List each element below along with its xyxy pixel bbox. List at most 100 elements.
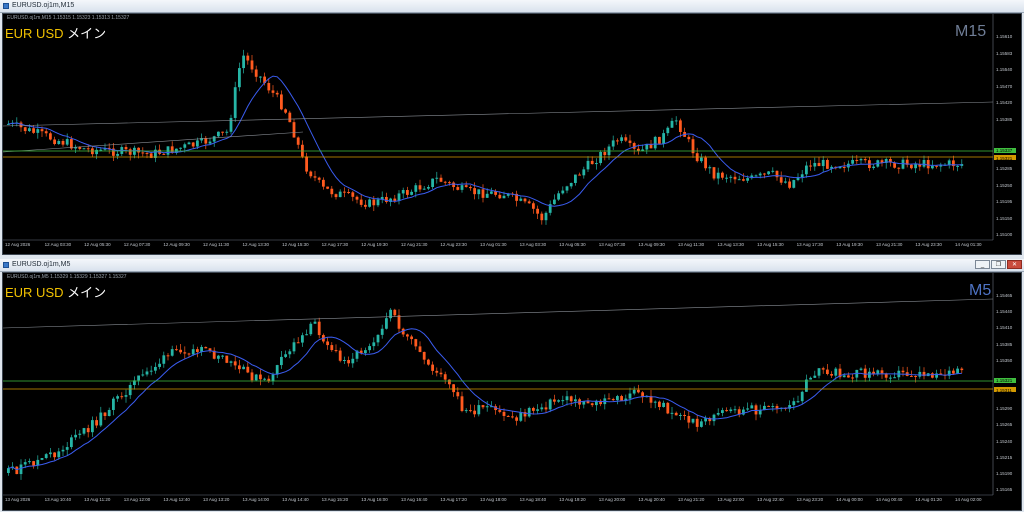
candle-body bbox=[662, 402, 665, 407]
candle-body bbox=[91, 420, 94, 433]
candle-body bbox=[540, 407, 544, 410]
candle-body bbox=[204, 138, 208, 144]
candle-body bbox=[418, 346, 422, 352]
candle-body bbox=[809, 377, 812, 380]
price-axis-label: 1.15410 bbox=[996, 325, 1013, 331]
timeframe-label-m15: M15 bbox=[955, 23, 987, 40]
window-titlebar-m5[interactable]: EURUSD.oj1m,M5 _ ❐ ✕ bbox=[0, 259, 1024, 272]
candle-body bbox=[481, 189, 485, 198]
candle-body bbox=[179, 349, 182, 353]
candle-body bbox=[527, 201, 531, 204]
candle-body bbox=[393, 309, 397, 316]
candle-body bbox=[372, 342, 376, 347]
candle-body bbox=[385, 318, 388, 329]
price-axis-label: 1.15470 bbox=[996, 83, 1013, 89]
chart-window-m5[interactable]: EURUSD.oj1m,M5 _ ❐ ✕ EURUSD.oj1m,M5 1.15… bbox=[0, 259, 1024, 512]
candle-body bbox=[191, 349, 195, 355]
candle-body bbox=[800, 391, 804, 402]
time-axis-label: 13 Aug 11:20 bbox=[84, 497, 111, 502]
candle-body bbox=[443, 374, 447, 380]
candle-body bbox=[880, 370, 884, 374]
minimize-button[interactable]: _ bbox=[975, 260, 990, 269]
trend-line[interactable] bbox=[3, 131, 304, 153]
candlestick-chart-m15[interactable] bbox=[3, 14, 1021, 255]
candle-body bbox=[956, 368, 959, 374]
time-axis-label: 13 Aug 20:40 bbox=[638, 497, 665, 502]
candle-body bbox=[221, 355, 224, 357]
window-titlebar-m15[interactable]: EURUSD.oj1m,M15 bbox=[0, 0, 1024, 13]
time-axis-label: 12 Aug 15:30 bbox=[282, 242, 309, 247]
candle-body bbox=[813, 375, 817, 378]
candle-body bbox=[473, 188, 476, 195]
candle-body bbox=[708, 167, 712, 169]
candle-body bbox=[330, 188, 334, 195]
candle-body bbox=[847, 375, 850, 378]
time-axis-label: 12 Aug 21:30 bbox=[400, 242, 428, 247]
candle-body bbox=[855, 159, 859, 161]
candle-body bbox=[175, 349, 178, 351]
candle-body bbox=[569, 396, 573, 402]
candle-body bbox=[842, 375, 846, 378]
candle-body bbox=[653, 401, 657, 403]
candle-body bbox=[267, 83, 271, 91]
candle-body bbox=[561, 400, 565, 402]
candle-body bbox=[259, 76, 262, 78]
symbol-jp-label: メイン bbox=[67, 285, 107, 300]
time-axis-label: 13 Aug 16:40 bbox=[400, 497, 428, 502]
candle-body bbox=[242, 366, 245, 370]
price-axis-label: 1.15290 bbox=[996, 406, 1013, 412]
candle-body bbox=[44, 131, 48, 134]
symbol-label: EUR USD メイン bbox=[5, 282, 106, 301]
candle-body bbox=[931, 165, 934, 169]
candle-body bbox=[271, 90, 275, 93]
candle-body bbox=[141, 152, 145, 154]
time-axis-label: 13 Aug 15:20 bbox=[321, 497, 349, 502]
candle-body bbox=[695, 418, 699, 427]
trend-line[interactable] bbox=[3, 101, 994, 127]
candle-body bbox=[40, 458, 44, 460]
time-axis-label: 12 Aug 03:30 bbox=[44, 242, 72, 247]
candle-body bbox=[821, 159, 825, 167]
candle-body bbox=[212, 136, 216, 142]
candle-body bbox=[120, 396, 124, 398]
price-chart-m15[interactable]: EURUSD.oj1m,M15 1.15315 1.15323 1.15313 … bbox=[2, 13, 1022, 255]
candle-body bbox=[536, 208, 539, 214]
candle-body bbox=[65, 447, 69, 450]
candle-body bbox=[687, 416, 691, 423]
close-button[interactable]: ✕ bbox=[1007, 260, 1022, 269]
candle-body bbox=[670, 412, 674, 414]
candle-body bbox=[86, 148, 90, 150]
candle-body bbox=[313, 176, 317, 178]
candle-body bbox=[187, 142, 191, 145]
price-chart-m5[interactable]: EURUSD.oj1m,M5 1.15329 1.15329 1.15327 1… bbox=[2, 272, 1022, 511]
candle-body bbox=[498, 194, 502, 199]
price-axis-label: 1.15311 bbox=[996, 387, 1012, 393]
time-axis-label: 13 Aug 05:30 bbox=[559, 242, 586, 247]
candle-body bbox=[910, 164, 913, 169]
candle-body bbox=[301, 335, 304, 343]
candle-body bbox=[49, 452, 52, 455]
candle-body bbox=[351, 358, 355, 364]
candle-body bbox=[103, 412, 107, 416]
candle-body bbox=[376, 334, 380, 343]
candlestick-chart-m5[interactable] bbox=[3, 273, 1021, 511]
candle-body bbox=[771, 170, 775, 172]
candle-body bbox=[712, 414, 716, 422]
candle-body bbox=[800, 174, 804, 178]
price-axis-label: 1.15385 bbox=[996, 341, 1013, 347]
candle-body bbox=[758, 173, 762, 176]
time-axis-label: 12 Aug 19:30 bbox=[361, 242, 388, 247]
candle-body bbox=[553, 199, 556, 205]
candle-body bbox=[78, 147, 82, 149]
time-axis-label: 13 Aug 20:00 bbox=[598, 497, 626, 502]
candle-body bbox=[775, 406, 779, 409]
candle-body bbox=[553, 399, 556, 402]
candle-body bbox=[410, 336, 413, 340]
candle-body bbox=[947, 160, 951, 165]
restore-button[interactable]: ❐ bbox=[991, 260, 1006, 269]
candle-body bbox=[721, 410, 724, 413]
trend-line[interactable] bbox=[3, 298, 994, 329]
candle-body bbox=[821, 368, 825, 370]
chart-window-m15[interactable]: EURUSD.oj1m,M15 EURUSD.oj1m,M15 1.15315 … bbox=[0, 0, 1024, 256]
candle-body bbox=[343, 191, 346, 193]
